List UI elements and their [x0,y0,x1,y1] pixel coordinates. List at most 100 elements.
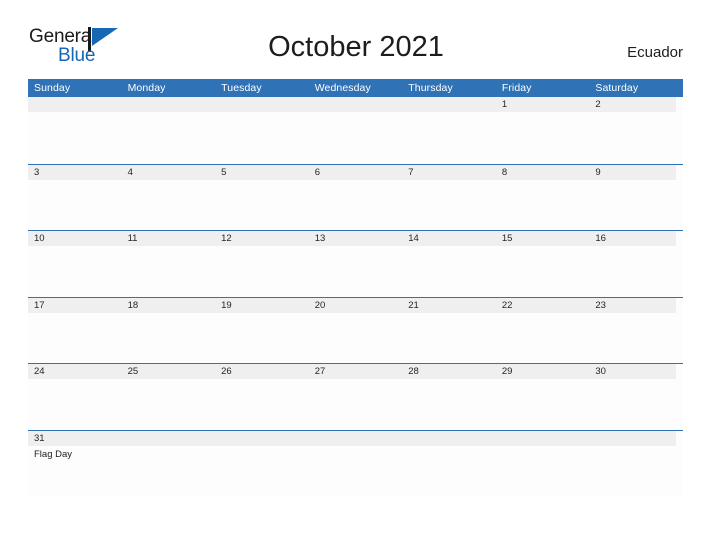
day-events-cell [589,246,683,296]
page-header: General Blue October 2021 Ecuador [0,0,712,66]
day-events-cell [28,246,122,296]
day-number-21[interactable]: 21 [402,298,496,313]
day-events-cell [215,379,309,429]
day-number-29[interactable]: 29 [496,364,590,379]
day-number-1[interactable]: 1 [496,97,590,112]
weekday-header-friday: Friday [501,82,532,94]
day-number-14[interactable]: 14 [402,231,496,246]
day-cell-empty [496,431,590,446]
day-events-cell [589,379,683,429]
day-events-cell [28,313,122,363]
day-events-cell [496,180,590,230]
day-number-2[interactable]: 2 [589,97,683,112]
day-cell-empty [589,431,683,446]
day-events-cell [496,379,590,429]
day-number-25[interactable]: 25 [122,364,216,379]
region-label: Ecuador [627,44,683,61]
day-events-cell [309,112,403,162]
day-number-band: 3456789 [28,164,676,180]
day-number-6[interactable]: 6 [309,165,403,180]
day-events-band [28,112,683,162]
calendar-week-row: 31 Flag Day [28,429,683,496]
day-cell-empty [215,431,309,446]
day-events-cell [215,112,309,162]
day-events-cell [496,446,590,496]
day-number-5[interactable]: 5 [215,165,309,180]
calendar-week-row: 10 11 12 13 14 15 16 [28,230,683,297]
day-number-24[interactable]: 24 [28,364,122,379]
day-number-27[interactable]: 27 [309,364,403,379]
day-number-band: 12 [28,97,676,112]
day-events-cell [122,313,216,363]
weekday-header-saturday: Saturday [595,82,639,94]
day-events-cell [402,446,496,496]
day-events-cell [496,112,590,162]
day-cell-empty [309,97,403,112]
day-cell-empty [402,97,496,112]
day-events-cell [215,446,309,496]
day-cell-empty [402,431,496,446]
calendar-table: Sunday Monday Tuesday Wednesday Thursday Frid… [28,79,683,496]
calendar-weeks: 1 2 3 4 5 6 7 8 9 10 11 12 13 14 15 16 17 18 19 20 21 22 23 24 2… [28,97,683,496]
day-events-cell [496,313,590,363]
page-title: October 2021 [268,31,444,63]
day-number-30[interactable]: 30 [589,364,683,379]
day-events-cell [589,180,683,230]
day-number-band: 24 25 26 27 28 29 30 [28,364,676,379]
day-events-cell [215,313,309,363]
day-events-cell [402,246,496,296]
day-events-cell [309,446,403,496]
day-number-9[interactable]: 9 [589,165,683,180]
day-events-cell [215,180,309,230]
day-number-8[interactable]: 8 [496,165,590,180]
weekday-header-monday: Monday [127,82,166,94]
day-number-26[interactable]: 26 [215,364,309,379]
day-events-band [28,180,683,230]
day-events-cell [309,313,403,363]
day-number-28[interactable]: 28 [402,364,496,379]
day-number-band: 10 11 12 13 14 15 16 [28,231,676,246]
day-events-cell [402,112,496,162]
day-events-cell [589,313,683,363]
day-number-20[interactable]: 20 [309,298,403,313]
day-number-16[interactable]: 16 [589,231,683,246]
day-events-cell [122,112,216,162]
weekday-header-tuesday: Tuesday [221,82,262,94]
day-events-cell [215,246,309,296]
day-number-15[interactable]: 15 [496,231,590,246]
day-events-cell [28,180,122,230]
day-cell-empty [215,97,309,112]
day-events-cell [402,180,496,230]
day-number-11[interactable]: 11 [122,231,216,246]
day-number-22[interactable]: 22 [496,298,590,313]
day-events-cell [122,379,216,429]
day-number-18[interactable]: 18 [122,298,216,313]
day-events-cell [28,379,122,429]
day-cell-empty [309,431,403,446]
day-events-cell [122,246,216,296]
day-number-12[interactable]: 12 [215,231,309,246]
day-number-17[interactable]: 17 [28,298,122,313]
day-number-23[interactable]: 23 [589,298,683,313]
day-number-band: 31 [28,430,676,446]
calendar-week-row: 24 25 26 27 28 29 30 [28,363,683,430]
day-number-31[interactable]: 31 [28,431,122,446]
day-number-19[interactable]: 19 [215,298,309,313]
day-number-3[interactable]: 3 [28,165,122,180]
day-number-4[interactable]: 4 [122,165,216,180]
calendar-week-row: 3456789 [28,163,683,230]
holiday-event-label: Flag Day [34,448,73,460]
day-cell-empty [28,97,122,112]
day-cell-empty [122,97,216,112]
day-events-cell [496,246,590,296]
day-events-band [28,246,683,296]
day-events-band [28,313,683,363]
day-number-13[interactable]: 13 [309,231,403,246]
day-events-cell [122,180,216,230]
day-cell-empty [122,431,216,446]
day-events-cell [589,112,683,162]
weekday-header-sunday: Sunday [34,82,71,94]
day-number-7[interactable]: 7 [402,165,496,180]
day-number-10[interactable]: 10 [28,231,122,246]
day-events-cell [589,446,683,496]
